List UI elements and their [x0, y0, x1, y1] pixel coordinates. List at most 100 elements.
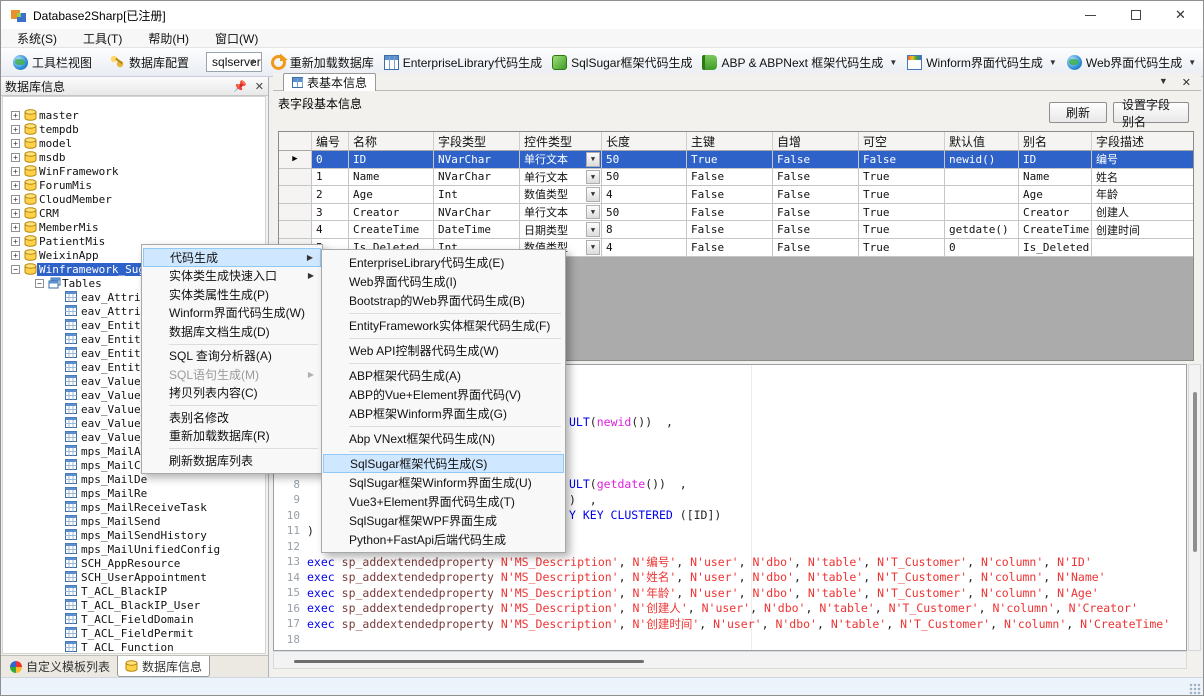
toolbar-sqlsugar-button[interactable]: SqlSugar框架代码生成	[547, 51, 697, 74]
grid-cell[interactable]: 50	[602, 169, 687, 187]
column-header[interactable]: 别名	[1019, 132, 1092, 151]
pin-icon[interactable]: 📌	[233, 80, 247, 93]
grid-cell[interactable]: False	[687, 221, 773, 239]
tree-node-label[interactable]: PatientMis	[37, 235, 107, 248]
column-header[interactable]: 可空	[859, 132, 945, 151]
tree-expander-icon[interactable]: −	[35, 279, 44, 288]
toolbar-abp-button[interactable]: ABP & ABPNext 框架代码生成 ▼	[697, 51, 902, 74]
row-selector[interactable]: ▶	[279, 151, 312, 169]
doc-list-chevron-icon[interactable]: ▼	[1159, 76, 1168, 89]
grid-cell[interactable]	[945, 169, 1019, 187]
minimize-button[interactable]	[1068, 1, 1113, 29]
grid-cell[interactable]: Age	[349, 186, 434, 204]
refresh-button[interactable]: 刷新	[1049, 102, 1107, 123]
grid-cell[interactable]: 50	[602, 204, 687, 222]
grid-cell[interactable]: False	[773, 151, 859, 169]
code-submenu-item[interactable]: SqlSugar框架WPF界面生成	[323, 511, 564, 530]
tree-node-table[interactable]: SCH_UserAppointment	[3, 570, 265, 584]
grid-cell[interactable]: 日期类型▼	[520, 221, 602, 239]
code-submenu-item[interactable]: Web API控制器代码生成(W)	[323, 341, 564, 360]
tree-expander-icon[interactable]: −	[11, 265, 20, 274]
grid-cell[interactable]: 数值类型▼	[520, 186, 602, 204]
tree-node-label[interactable]: T_ACL_FieldDomain	[79, 613, 196, 626]
tree-expander-icon[interactable]: +	[11, 251, 20, 260]
code-submenu-item[interactable]: Bootstrap的Web界面代码生成(B)	[323, 291, 564, 310]
scrollbar-thumb[interactable]	[294, 660, 644, 663]
grid-cell[interactable]: 4	[602, 186, 687, 204]
grid-cell[interactable]: Name	[1019, 169, 1092, 187]
row-selector[interactable]	[279, 204, 312, 222]
tree-node-label[interactable]: Winframework_Sug	[37, 263, 147, 276]
editor-horizontal-scrollbar[interactable]	[273, 651, 1187, 669]
tree-node-database[interactable]: +CRM	[3, 206, 265, 220]
grid-cell[interactable]: False	[687, 239, 773, 257]
grid-cell[interactable]: 创建人	[1092, 204, 1194, 222]
grid-cell[interactable]: CreateTime	[349, 221, 434, 239]
context-menu-item[interactable]: 重新加载数据库(R)	[143, 427, 321, 446]
grid-cell[interactable]: 单行文本▼	[520, 169, 602, 187]
grid-cell[interactable]	[945, 186, 1019, 204]
context-menu-item[interactable]: 数据库文档生成(D)	[143, 322, 321, 341]
tree-node-label[interactable]: CRM	[37, 207, 61, 220]
tree-node-label[interactable]: mps_MailDe	[79, 473, 149, 486]
tree-node-label[interactable]: eav_Value_	[79, 375, 149, 388]
tree-node-table[interactable]: mps_MailReceiveTask	[3, 500, 265, 514]
grid-cell[interactable]: NVarChar	[434, 204, 520, 222]
tree-expander-icon[interactable]: +	[11, 125, 20, 134]
grid-cell[interactable]: 0	[312, 151, 349, 169]
toolbar-winform-button[interactable]: Winform界面代码生成 ▼	[902, 51, 1062, 74]
grid-cell[interactable]: True	[687, 151, 773, 169]
tree-node-label[interactable]: eav_Entity	[79, 361, 149, 374]
tree-node-label[interactable]: eav_Value_	[79, 431, 149, 444]
grid-cell[interactable]: ID	[1019, 151, 1092, 169]
context-menu-item[interactable]: 实体类属性生成(P)	[143, 285, 321, 304]
code-submenu-item[interactable]: ABP框架代码生成(A)	[323, 366, 564, 385]
tree-node-label[interactable]: msdb	[37, 151, 68, 164]
grid-cell[interactable]: 创建时间	[1092, 221, 1194, 239]
panel-tab-database[interactable]: 数据库信息	[117, 656, 210, 677]
grid-cell[interactable]: NVarChar	[434, 169, 520, 187]
tree-node-label[interactable]: CloudMember	[37, 193, 114, 206]
combo-dropdown-icon[interactable]: ▼	[586, 170, 600, 185]
tree-expander-icon[interactable]: +	[11, 153, 20, 162]
column-header[interactable]: 主键	[687, 132, 773, 151]
tree-node-label[interactable]: T_ACL_Function	[79, 641, 176, 654]
combo-dropdown-icon[interactable]: ▼	[586, 205, 600, 220]
grid-cell[interactable]: Creator	[349, 204, 434, 222]
tree-node-database[interactable]: +model	[3, 136, 265, 150]
grid-cell[interactable]: False	[773, 186, 859, 204]
context-menu-item[interactable]: 代码生成▶	[143, 248, 321, 267]
tree-node-database[interactable]: +CloudMember	[3, 192, 265, 206]
tree-node-label[interactable]: mps_MailCo	[79, 459, 149, 472]
grid-cell[interactable]: newid()	[945, 151, 1019, 169]
grid-cell[interactable]: 年龄	[1092, 186, 1194, 204]
tree-node-label[interactable]: MemberMis	[37, 221, 101, 234]
grid-cell[interactable]: DateTime	[434, 221, 520, 239]
tree-node-database[interactable]: +ForumMis	[3, 178, 265, 192]
tree-node-table[interactable]: mps_MailSendHistory	[3, 528, 265, 542]
tree-expander-icon[interactable]: +	[11, 167, 20, 176]
column-header[interactable]: 字段描述	[1092, 132, 1194, 151]
code-submenu-item[interactable]: SqlSugar框架Winform界面生成(U)	[323, 473, 564, 492]
tree-node-table[interactable]: T_ACL_BlackIP	[3, 584, 265, 598]
tree-node-database[interactable]: + tempdb	[3, 122, 265, 136]
tree-node-label[interactable]: eav_Value_	[79, 417, 149, 430]
toolbar-web-button[interactable]: Web界面代码生成 ▼	[1062, 51, 1201, 74]
column-header[interactable]: 编号	[312, 132, 349, 151]
set-field-alias-button[interactable]: 设置字段别名	[1113, 102, 1189, 123]
tree-node-label[interactable]: mps_MailAt	[79, 445, 149, 458]
grid-cell[interactable]: CreateTime	[1019, 221, 1092, 239]
menu-help[interactable]: 帮助(H)	[138, 28, 199, 49]
row-selector[interactable]	[279, 169, 312, 187]
row-selector[interactable]	[279, 186, 312, 204]
column-header[interactable]: 名称	[349, 132, 434, 151]
tree-node-label[interactable]: mps_MailSend	[79, 515, 162, 528]
grid-cell[interactable]: getdate()	[945, 221, 1019, 239]
combo-dropdown-icon[interactable]: ▼	[586, 240, 600, 255]
doc-close-icon[interactable]: ✕	[1182, 76, 1191, 89]
tree-node-label[interactable]: tempdb	[37, 123, 81, 136]
context-menu-item[interactable]: Winform界面代码生成(W)	[143, 304, 321, 323]
panel-tab-templates[interactable]: 自定义模板列表	[3, 656, 117, 677]
tree-node-label[interactable]: mps_MailRe	[79, 487, 149, 500]
tree-node-table[interactable]: mps_MailSend	[3, 514, 265, 528]
